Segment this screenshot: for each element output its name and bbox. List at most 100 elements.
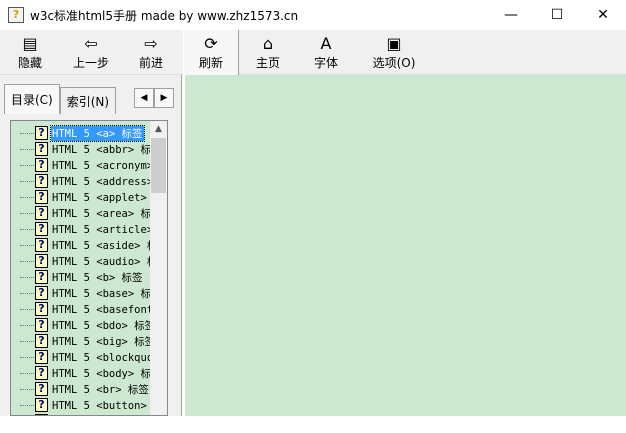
home-button[interactable]: ⌂ 主页 [239, 30, 297, 75]
tree-item[interactable]: ? HTML 5 <applet> 标签 [11, 189, 167, 205]
tree-item[interactable]: ? HTML 5 <b> 标签 [11, 269, 144, 285]
tree-line [20, 308, 34, 310]
window-title: w3c标准html5手册 made by www.zhz1573.cn [30, 8, 299, 23]
hide-pane-icon: ▤ [22, 34, 38, 53]
forward-arrow-icon: ⇨ [144, 34, 158, 53]
help-topic-icon: ? [35, 238, 48, 252]
tree-line [20, 356, 34, 358]
tree-item[interactable]: ? HTML 5 <big> 标签 [11, 333, 156, 349]
tree-item[interactable]: ? HTML 5 <button> 标签 [11, 397, 167, 413]
font-button[interactable]: A 字体 [297, 30, 355, 75]
vertical-scrollbar[interactable]: ▲ [150, 121, 167, 415]
tree-line [20, 132, 34, 134]
tree-item[interactable]: ?HTML 5 <canvas> 标签 [11, 413, 167, 415]
help-topic-icon: ? [35, 126, 48, 140]
help-topic-icon: ? [35, 350, 48, 364]
help-topic-icon: ? [35, 318, 48, 332]
tree-item-label: HTML 5 <body> 标签 [52, 367, 162, 380]
tree-item-label: HTML 5 <big> 标签 [52, 335, 156, 348]
tree-item-label: HTML 5 <bdo> 标签 [52, 319, 156, 332]
scroll-up-button[interactable]: ▲ [150, 121, 167, 138]
toolbar-label: 刷新 [198, 56, 223, 70]
tree-item[interactable]: ? HTML 5 <abbr> 标签 [11, 141, 163, 157]
back-arrow-button[interactable]: ⇦ 上一步 [60, 30, 122, 75]
forward-arrow-button[interactable]: ⇨ 前进 [122, 30, 180, 75]
tree-item-label: HTML 5 <br> 标签 [52, 383, 149, 396]
toolbar-label: 选项(O) [372, 56, 416, 70]
toolbar-label: 隐藏 [17, 56, 42, 70]
options-icon: ▣ [386, 34, 402, 53]
hide-pane-button[interactable]: ▤ 隐藏 [0, 30, 60, 75]
home-icon: ⌂ [262, 34, 274, 53]
tree-line [20, 244, 34, 246]
content-pane [185, 75, 626, 416]
scroll-thumb[interactable] [151, 138, 166, 193]
tree-line [20, 148, 34, 150]
tree-item[interactable]: ?HTML 5 <basefont> 标签 [11, 301, 167, 317]
tree-line [20, 292, 34, 294]
help-topic-icon: ? [35, 206, 48, 220]
tab-scroll-left-button[interactable]: ◀ [134, 88, 154, 108]
tab-index[interactable]: 索引(N) [59, 87, 117, 114]
help-topic-icon: ? [35, 382, 48, 396]
help-topic-icon: ? [35, 174, 48, 188]
toolbar: ▤ 隐藏 ⇦ 上一步 ⇨ 前进 ⟳ 刷新 ⌂ 主页 A 字体 ▣ 选项(O) [0, 30, 626, 75]
help-topic-icon: ? [35, 334, 48, 348]
close-button[interactable]: ✕ [580, 0, 626, 30]
minimize-button[interactable]: — [488, 0, 534, 30]
tab-scroll-right-button[interactable]: ▶ [154, 88, 174, 108]
tree-line [20, 228, 34, 230]
app-icon: ? [8, 7, 24, 23]
tree-item[interactable]: ? HTML 5 <bdo> 标签 [11, 317, 156, 333]
tree-item[interactable]: ? HTML 5 <acronym> 标签 [11, 157, 167, 173]
toolbar-label: 上一步 [72, 56, 109, 70]
help-topic-icon: ? [35, 254, 48, 268]
tree-item[interactable]: ? HTML 5 <base> 标签 [11, 285, 163, 301]
tree-item[interactable]: ? HTML 5 <aside> 标签 [11, 237, 167, 253]
toolbar-label: 前进 [138, 56, 163, 70]
tree-item[interactable]: ? HTML 5 <article> 标签 [11, 221, 167, 237]
help-topic-icon: ? [35, 142, 48, 156]
tree-item[interactable]: ?HTML 5 <blockquote> 标签 [11, 349, 167, 365]
tree-item[interactable]: ? HTML 5 <body> 标签 [11, 365, 163, 381]
tree-line [20, 212, 34, 214]
toolbar-label: 主页 [255, 56, 280, 70]
tree-item[interactable]: ? HTML 5 <br> 标签 [11, 381, 150, 397]
help-topic-icon: ? [35, 414, 48, 415]
font-icon: A [320, 34, 332, 53]
tree-line [20, 372, 34, 374]
options-button[interactable]: ▣ 选项(O) [355, 30, 433, 75]
help-topic-icon: ? [35, 158, 48, 172]
help-topic-icon: ? [35, 270, 48, 284]
tree-line [20, 340, 34, 342]
tree-item[interactable]: ? HTML 5 <audio> 标签 [11, 253, 167, 269]
navigation-pane: 目录(C) 索引(N) ◀ ▶ ?HTML 5 <canvas> 标签?HTML… [0, 75, 182, 416]
tree-line [20, 276, 34, 278]
help-topic-icon: ? [35, 366, 48, 380]
help-topic-icon: ? [35, 190, 48, 204]
refresh-button[interactable]: ⟳ 刷新 [183, 30, 239, 75]
tab-contents[interactable]: 目录(C) [4, 84, 60, 114]
help-topic-icon: ? [35, 398, 48, 412]
tree-item-label: HTML 5 <abbr> 标签 [52, 143, 162, 156]
help-topic-icon: ? [35, 222, 48, 236]
tree-item-label: HTML 5 <a> 标签 [50, 124, 145, 142]
tree-item[interactable]: ? HTML 5 <area> 标签 [11, 205, 163, 221]
toolbar-label: 字体 [313, 56, 338, 70]
tree-line [20, 164, 34, 166]
contents-tree: ?HTML 5 <canvas> 标签?HTML 5 <button> 标签?H… [10, 120, 168, 416]
title-bar: ? w3c标准html5手册 made by www.zhz1573.cn — … [0, 0, 626, 30]
back-arrow-icon: ⇦ [84, 34, 98, 53]
tree-line [20, 180, 34, 182]
tree-item-label: HTML 5 <base> 标签 [52, 287, 162, 300]
tree-item-label: HTML 5 <area> 标签 [52, 207, 162, 220]
tree-item[interactable]: ? HTML 5 <address> 标签 [11, 173, 167, 189]
maximize-button[interactable]: ☐ [534, 0, 580, 30]
tree-item-label: HTML 5 <b> 标签 [52, 271, 143, 284]
tree-item[interactable]: ? HTML 5 <a> 标签 [11, 124, 145, 142]
refresh-icon: ⟳ [204, 34, 218, 53]
tree-line [20, 404, 34, 406]
tree-line [20, 260, 34, 262]
help-topic-icon: ? [35, 302, 48, 316]
help-topic-icon: ? [35, 286, 48, 300]
